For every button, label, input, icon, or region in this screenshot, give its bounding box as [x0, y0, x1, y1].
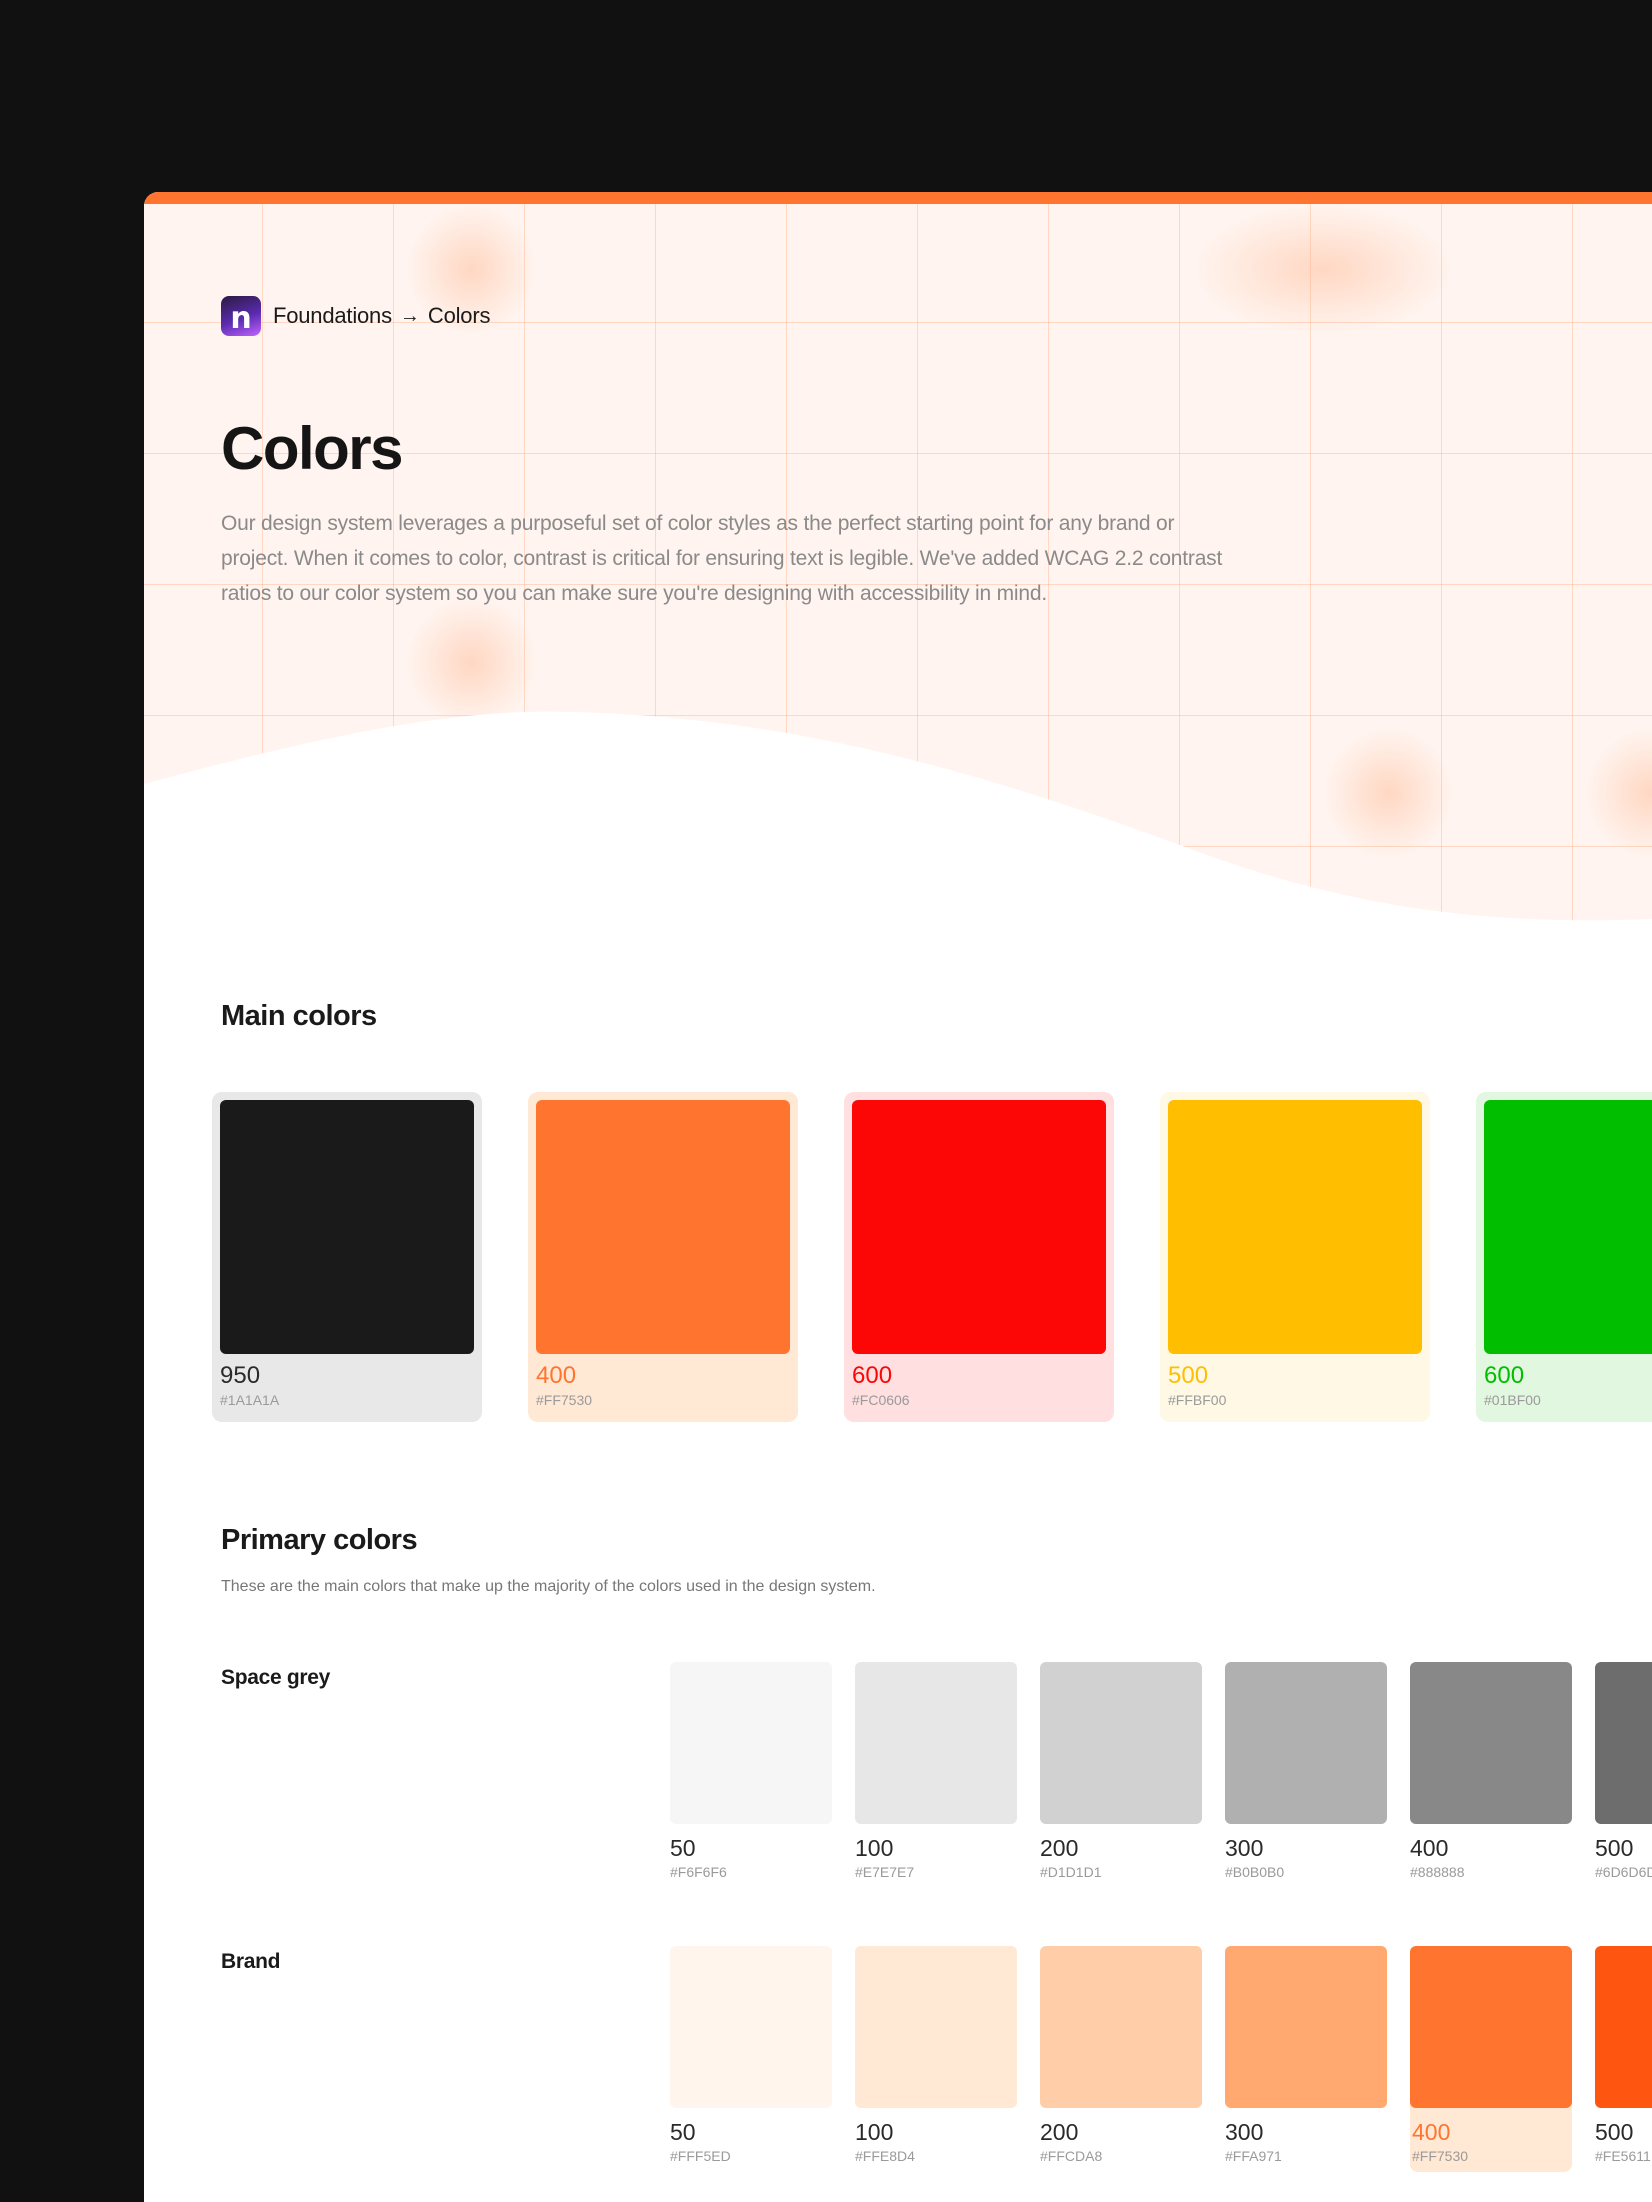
palette-swatch	[855, 1662, 1017, 1824]
palette-shade: 300	[1225, 1835, 1264, 1861]
palette-shade: 500	[1595, 1835, 1634, 1861]
palette-hex: #D1D1D1	[1040, 1864, 1102, 1880]
palette-label-space-grey: Space grey	[221, 1666, 331, 1689]
palette-hex: #888888	[1410, 1864, 1465, 1880]
palette-shade: 300	[1225, 2119, 1264, 2145]
palette-swatch-card[interactable]: 200 #D1D1D1	[1040, 1662, 1202, 1888]
palette-swatch	[1225, 1946, 1387, 2108]
palette-row-space-grey: 50 #F6F6F6 100 #E7E7E7 200 #D1D1D1 300 #…	[670, 1662, 1652, 1888]
main-color-swatch	[536, 1100, 790, 1354]
palette-shade: 500	[1595, 2119, 1634, 2145]
palette-shade: 400	[1410, 1835, 1449, 1861]
palette-swatch-card[interactable]: 400 #FF7530	[1410, 1946, 1572, 2172]
main-color-swatch	[1168, 1100, 1422, 1354]
palette-hex: #B0B0B0	[1225, 1864, 1285, 1880]
palette-swatch	[1040, 1662, 1202, 1824]
palette-swatch-card[interactable]: 50 #F6F6F6	[670, 1662, 832, 1888]
palette-hex: #FF7530	[1412, 2148, 1469, 2164]
palette-hex: #E7E7E7	[855, 1864, 915, 1880]
n-logo-icon[interactable]: n	[221, 296, 261, 336]
main-color-card[interactable]: 950 #1A1A1A	[212, 1092, 482, 1422]
palette-shade: 200	[1040, 1835, 1079, 1861]
main-color-hex: #01BF00	[1484, 1392, 1541, 1408]
palette-row-brand: 50 #FFF5ED 100 #FFE8D4 200 #FFCDA8 300 #…	[670, 1946, 1652, 2172]
main-color-shade: 950	[220, 1362, 261, 1389]
palette-hex: #FFE8D4	[855, 2148, 915, 2164]
main-color-card[interactable]: 500 #FFBF00	[1160, 1092, 1430, 1422]
palette-swatch-card[interactable]: 100 #E7E7E7	[855, 1662, 1017, 1888]
palette-hex: #6D6D6D	[1595, 1864, 1652, 1880]
palette-shade: 200	[1040, 2119, 1079, 2145]
palette-swatch	[1410, 1662, 1572, 1824]
main-color-shade: 500	[1168, 1362, 1209, 1389]
main-color-card[interactable]: 600 #FC0606	[844, 1092, 1114, 1422]
palette-swatch	[855, 1946, 1017, 2108]
palette-swatch	[1225, 1662, 1387, 1824]
palette-swatch	[1595, 1662, 1652, 1824]
palette-shade: 100	[855, 2119, 894, 2145]
breadcrumb-parent-link[interactable]: Foundations	[273, 303, 392, 329]
palette-hex: #F6F6F6	[670, 1864, 727, 1880]
main-color-shade: 600	[852, 1362, 893, 1389]
palette-label-brand: Brand	[221, 1950, 281, 1973]
palette-swatch	[1410, 1946, 1572, 2108]
palette-swatch	[670, 1946, 832, 2108]
breadcrumb: n Foundations → Colors	[221, 296, 490, 336]
main-color-hex: #FF7530	[536, 1392, 593, 1408]
main-color-card[interactable]: 400 #FF7530	[528, 1092, 798, 1422]
breadcrumb-current: Colors	[427, 303, 491, 328]
palette-swatch-card[interactable]: 300 #FFA971	[1225, 1946, 1387, 2172]
palette-swatch	[670, 1662, 832, 1824]
arrow-right-icon: →	[399, 304, 420, 327]
main-color-hex: #FC0606	[852, 1392, 910, 1408]
main-color-hex: #FFBF00	[1168, 1392, 1227, 1408]
primary-colors-subtitle: These are the main colors that make up t…	[221, 1578, 876, 1595]
palette-shade: 50	[670, 2119, 696, 2145]
palette-hex: #FFA971	[1225, 2148, 1282, 2164]
main-color-hex: #1A1A1A	[220, 1392, 280, 1408]
palette-hex: #FE5611	[1595, 2148, 1651, 2164]
palette-swatch	[1040, 1946, 1202, 2108]
main-color-swatch	[1484, 1100, 1652, 1354]
palette-hex: #FFCDA8	[1040, 2148, 1103, 2164]
main-color-swatch	[220, 1100, 474, 1354]
main-color-swatch	[852, 1100, 1106, 1354]
main-colors-title: Main colors	[221, 1000, 377, 1032]
palette-swatch-card[interactable]: 500 #6D6D6D	[1595, 1662, 1652, 1888]
main-colors-row: 950 #1A1A1A 400 #FF7530 600 #FC0606 500 …	[212, 1092, 1652, 1422]
palette-swatch-card[interactable]: 400 #888888	[1410, 1662, 1572, 1888]
logo-glyph: n	[230, 301, 252, 336]
main-color-shade: 400	[536, 1362, 577, 1389]
palette-swatch	[1595, 1946, 1652, 2108]
palette-swatch-card[interactable]: 200 #FFCDA8	[1040, 1946, 1202, 2172]
palette-shade: 100	[855, 1835, 894, 1861]
page-description: Our design system leverages a purposeful…	[221, 512, 1223, 605]
primary-colors-title: Primary colors	[221, 1524, 418, 1556]
palette-shade: 400	[1412, 2119, 1451, 2145]
palette-swatch-card[interactable]: 50 #FFF5ED	[670, 1946, 832, 2172]
main-color-card[interactable]: 600 #01BF00	[1476, 1092, 1652, 1422]
page-title: Colors	[221, 415, 404, 482]
main-color-shade: 600	[1484, 1362, 1525, 1389]
page-canvas: n Foundations → Colors Colors Our design…	[144, 192, 1652, 2202]
palette-hex: #FFF5ED	[670, 2148, 731, 2164]
palette-swatch-card[interactable]: 500 #FE5611	[1595, 1946, 1652, 2172]
palette-swatch-card[interactable]: 100 #FFE8D4	[855, 1946, 1017, 2172]
palette-swatch-card[interactable]: 300 #B0B0B0	[1225, 1662, 1387, 1888]
accent-top-bar	[144, 192, 1652, 204]
palette-shade: 50	[670, 1835, 696, 1861]
